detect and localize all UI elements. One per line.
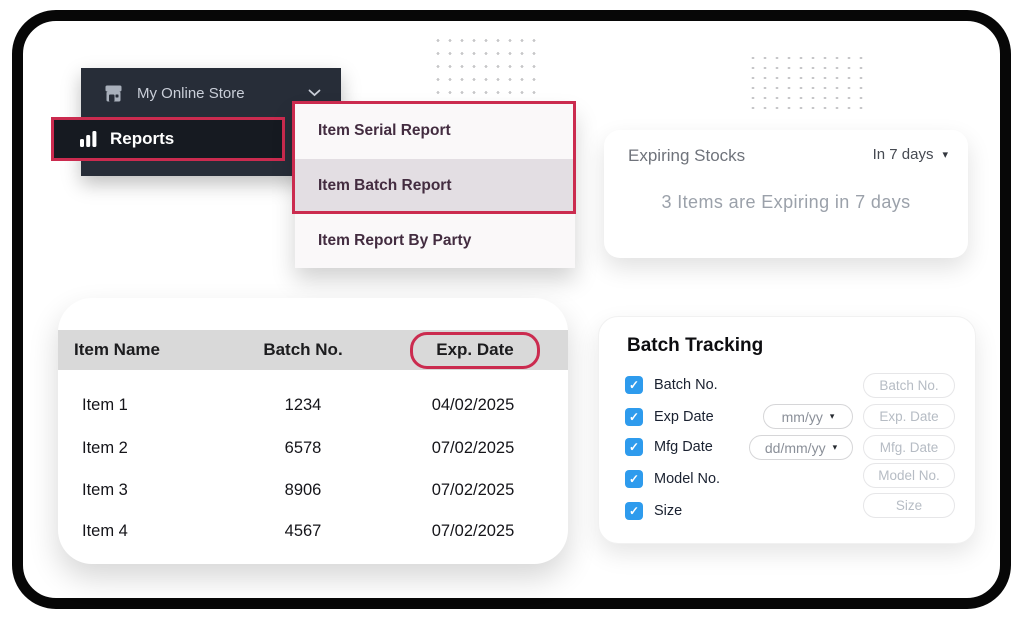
cell-item-name: Item 4 bbox=[82, 510, 128, 552]
option-label: Model No. bbox=[654, 471, 720, 487]
expiring-stocks-card: Expiring Stocks In 7 days ▾ 3 Items are … bbox=[604, 130, 968, 258]
menu-item-label: Item Serial Report bbox=[318, 122, 451, 140]
column-header-exp-date: Exp. Date bbox=[410, 330, 540, 370]
store-label: My Online Store bbox=[137, 85, 308, 102]
cell-batch-no: 1234 bbox=[238, 384, 368, 426]
model-no-checkbox[interactable]: ✓ bbox=[625, 470, 643, 488]
expiring-filter-label: In 7 days bbox=[873, 146, 934, 163]
bar-chart-icon bbox=[80, 131, 97, 147]
exp-date-checkbox[interactable]: ✓ bbox=[625, 408, 643, 426]
expiring-filter-dropdown[interactable]: In 7 days ▾ bbox=[873, 146, 948, 163]
cell-exp-date: 07/02/2025 bbox=[403, 510, 543, 552]
sidebar-item-reports[interactable]: Reports bbox=[51, 117, 285, 161]
store-icon bbox=[104, 85, 123, 102]
table-row: Item 4 4567 07/02/2025 bbox=[58, 510, 568, 552]
option-row-batch-no: ✓ Batch No. bbox=[625, 375, 718, 395]
option-label: Size bbox=[654, 503, 682, 519]
mfg-date-format-select[interactable]: dd/mm/yy ▾ bbox=[749, 435, 853, 460]
exp-date-format-select[interactable]: mm/yy ▾ bbox=[763, 404, 853, 429]
dropdown-arrow-icon: ▾ bbox=[833, 442, 838, 453]
mfg-date-checkbox[interactable]: ✓ bbox=[625, 438, 643, 456]
batch-tracking-title: Batch Tracking bbox=[627, 335, 763, 357]
batch-no-checkbox[interactable]: ✓ bbox=[625, 376, 643, 394]
table-row: Item 2 6578 07/02/2025 bbox=[58, 427, 568, 469]
option-label: Batch No. bbox=[654, 377, 718, 393]
batch-report-table-card: Item Name Batch No. Exp. Date Item 1 123… bbox=[58, 298, 568, 564]
cell-exp-date: 04/02/2025 bbox=[403, 384, 543, 426]
expiring-stocks-message: 3 Items are Expiring in 7 days bbox=[604, 192, 968, 213]
select-value: dd/mm/yy bbox=[765, 440, 826, 456]
batch-no-input[interactable] bbox=[863, 373, 955, 398]
option-label: Exp Date bbox=[654, 409, 714, 425]
mfg-date-input[interactable] bbox=[863, 435, 955, 460]
select-value: mm/yy bbox=[782, 409, 823, 425]
batch-tracking-card: Batch Tracking ✓ Batch No. ✓ Exp Date ✓ … bbox=[598, 316, 976, 544]
menu-item-label: Item Report By Party bbox=[318, 232, 471, 250]
dot-grid-decoration bbox=[432, 34, 544, 94]
dropdown-arrow-icon: ▾ bbox=[830, 411, 835, 422]
size-checkbox[interactable]: ✓ bbox=[625, 502, 643, 520]
menu-item-serial-report[interactable]: Item Serial Report bbox=[295, 104, 575, 159]
cell-batch-no: 8906 bbox=[238, 469, 368, 511]
chevron-down-icon bbox=[308, 89, 321, 97]
cell-exp-date: 07/02/2025 bbox=[403, 427, 543, 469]
menu-item-report-by-party[interactable]: Item Report By Party bbox=[295, 213, 575, 268]
reports-label: Reports bbox=[110, 129, 174, 149]
table-row: Item 3 8906 07/02/2025 bbox=[58, 469, 568, 511]
menu-item-label: Item Batch Report bbox=[318, 177, 452, 195]
cell-batch-no: 6578 bbox=[238, 427, 368, 469]
cell-exp-date: 07/02/2025 bbox=[403, 469, 543, 511]
column-header-batch-no: Batch No. bbox=[238, 330, 368, 370]
table-header-row: Item Name Batch No. Exp. Date bbox=[58, 330, 568, 370]
dropdown-arrow-icon: ▾ bbox=[942, 148, 948, 161]
option-label: Mfg Date bbox=[654, 439, 713, 455]
option-row-model-no: ✓ Model No. bbox=[625, 469, 720, 489]
reports-dropdown-menu: Item Serial Report Item Batch Report Ite… bbox=[295, 104, 575, 268]
menu-item-batch-report[interactable]: Item Batch Report bbox=[295, 159, 575, 214]
table-row: Item 1 1234 04/02/2025 bbox=[58, 384, 568, 426]
cell-item-name: Item 1 bbox=[82, 384, 128, 426]
dot-grid-decoration bbox=[747, 53, 865, 111]
exp-date-input[interactable] bbox=[863, 404, 955, 429]
size-input[interactable] bbox=[863, 493, 955, 518]
model-no-input[interactable] bbox=[863, 463, 955, 488]
option-row-size: ✓ Size bbox=[625, 501, 682, 521]
cell-item-name: Item 3 bbox=[82, 469, 128, 511]
expiring-stocks-title: Expiring Stocks bbox=[628, 146, 745, 166]
option-row-mfg-date: ✓ Mfg Date bbox=[625, 437, 713, 457]
column-header-item-name: Item Name bbox=[74, 330, 160, 370]
cell-item-name: Item 2 bbox=[82, 427, 128, 469]
option-row-exp-date: ✓ Exp Date bbox=[625, 407, 714, 427]
cell-batch-no: 4567 bbox=[238, 510, 368, 552]
